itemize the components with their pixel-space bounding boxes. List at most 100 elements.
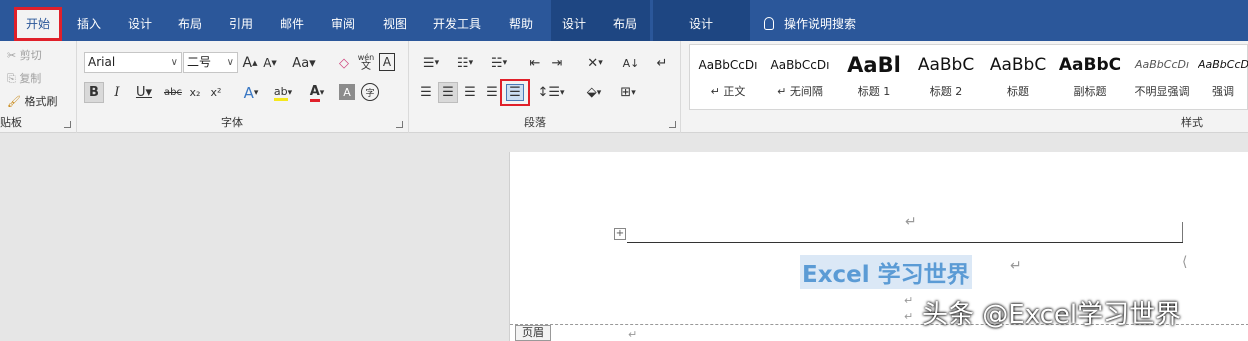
style-sample: AaBl bbox=[847, 53, 901, 77]
paragraph-launcher-icon[interactable] bbox=[669, 121, 676, 128]
numbering-button[interactable]: ☷ ▾ bbox=[450, 53, 480, 73]
style-sample: AaBbCcDa bbox=[1198, 58, 1248, 71]
return-mark: ↵ bbox=[628, 328, 638, 341]
tab-home[interactable]: 开始 bbox=[14, 7, 62, 41]
tab-header-design[interactable]: 设计 bbox=[675, 4, 727, 46]
bullets-button[interactable]: ☰ ▾ bbox=[416, 53, 446, 73]
header-tab-label: 页眉 bbox=[515, 325, 551, 341]
document-page[interactable]: ↵ + Excel 学习世界 ↵ ⟨ ↵ ↵ 页眉 ↵ 头条 @Excel学习世… bbox=[509, 152, 1248, 341]
clipboard-group: ✂ 剪切 ⎘ 复制 🖌 格式刷 贴板 bbox=[0, 41, 77, 133]
tab-layout[interactable]: 布局 bbox=[168, 4, 212, 46]
tab-view[interactable]: 视图 bbox=[373, 4, 417, 46]
cut-button[interactable]: ✂ 剪切 bbox=[7, 47, 42, 63]
text-effects-button[interactable]: A ▾ bbox=[237, 82, 265, 103]
align-right-icon[interactable]: ☰ bbox=[460, 82, 480, 103]
highlighter-icon: ab bbox=[273, 85, 288, 101]
clipboard-launcher-icon[interactable] bbox=[64, 121, 71, 128]
header-title[interactable]: Excel 学习世界 bbox=[800, 255, 972, 289]
clipboard-label: 贴板 bbox=[0, 116, 22, 129]
borders-icon: ⊞ bbox=[620, 85, 632, 100]
cut-label: 剪切 bbox=[19, 49, 42, 62]
shrink-font-button[interactable]: A ▼ bbox=[262, 53, 278, 73]
multilevel-list-button[interactable]: ☵ ▾ bbox=[484, 53, 514, 73]
highlight-color-button[interactable]: ab ▾ bbox=[269, 82, 297, 103]
font-launcher-icon[interactable] bbox=[396, 121, 403, 128]
shrink-font-icon: A bbox=[263, 56, 272, 70]
enclose-char-button[interactable]: 字 bbox=[361, 83, 379, 101]
grow-font-icon: A bbox=[242, 55, 253, 71]
return-mark: ↵ bbox=[904, 294, 914, 307]
line-spacing-icon: ↕☰ bbox=[537, 85, 560, 100]
align-left-icon[interactable]: ☰ bbox=[416, 82, 436, 103]
line-spacing-button[interactable]: ↕☰ ▾ bbox=[536, 82, 566, 103]
return-mark: ↵ bbox=[905, 214, 917, 230]
style-sample: AaBbCcDı bbox=[770, 58, 830, 72]
style-heading-2[interactable]: AaBbC 标题 2 bbox=[910, 51, 982, 103]
style-title[interactable]: AaBbC 标题 bbox=[982, 51, 1054, 103]
increase-indent-icon[interactable]: ⇥ bbox=[547, 53, 567, 73]
style-heading-1[interactable]: AaBl 标题 1 bbox=[838, 51, 910, 103]
underline-button[interactable]: U ▾ bbox=[130, 82, 158, 103]
paragraph-group-label: 段落 bbox=[524, 116, 546, 129]
tab-references[interactable]: 引用 bbox=[219, 4, 263, 46]
font-group: Arial ∨ 二号 ∨ A ▲ A ▼ Aa ▾ ◇ wén 文 A B I U ▾ abc… bbox=[77, 41, 409, 133]
clear-format-icon[interactable]: ◇ bbox=[335, 53, 353, 73]
italic-button[interactable]: I bbox=[108, 82, 126, 103]
shading-button[interactable]: ⬙ ▾ bbox=[579, 82, 609, 103]
tab-design[interactable]: 设计 bbox=[118, 4, 162, 46]
font-name-value: Arial bbox=[88, 55, 116, 69]
bold-button[interactable]: B bbox=[84, 82, 104, 103]
bullet-list-icon: ☰ bbox=[422, 55, 435, 71]
char-border-button[interactable]: A bbox=[379, 53, 395, 71]
tab-insert[interactable]: 插入 bbox=[67, 4, 111, 46]
distributed-align-button[interactable]: ☰ bbox=[500, 79, 530, 106]
font-name-select[interactable]: Arial ∨ bbox=[84, 52, 182, 73]
tab-developer[interactable]: 开发工具 bbox=[426, 4, 488, 46]
char-shading-button[interactable]: A bbox=[339, 84, 355, 100]
lightbulb-icon bbox=[764, 17, 774, 30]
sort-icon[interactable]: A↓ bbox=[621, 53, 641, 73]
justify-icon[interactable]: ☰ bbox=[482, 82, 502, 103]
change-case-button[interactable]: Aa ▾ bbox=[290, 53, 318, 73]
style-normal[interactable]: AaBbCcDı ↵ 正文 bbox=[692, 51, 764, 103]
show-marks-icon[interactable]: ↵ bbox=[653, 53, 671, 73]
font-size-value: 二号 bbox=[187, 55, 212, 69]
tab-table-layout[interactable]: 布局 bbox=[603, 4, 647, 46]
style-no-spacing[interactable]: AaBbCcDı ↵ 无间隔 bbox=[764, 51, 836, 103]
header-border-line bbox=[627, 242, 1183, 243]
style-sample: AaBbCcDı bbox=[698, 58, 758, 72]
tell-me-search[interactable]: 操作说明搜索 bbox=[764, 4, 856, 46]
font-size-select[interactable]: 二号 ∨ bbox=[183, 52, 238, 73]
decrease-indent-icon[interactable]: ⇤ bbox=[525, 53, 545, 73]
tab-review[interactable]: 审阅 bbox=[321, 4, 365, 46]
style-name: 标题 bbox=[1007, 85, 1029, 98]
style-sample: AaBbC bbox=[1058, 55, 1122, 75]
borders-button[interactable]: ⊞ ▾ bbox=[613, 82, 643, 103]
subscript-button[interactable]: x₂ bbox=[186, 82, 204, 103]
font-color-button[interactable]: A ▾ bbox=[303, 82, 331, 103]
ribbon: ✂ 剪切 ⎘ 复制 🖌 格式刷 贴板 Arial ∨ 二号 ∨ A ▲ A ▼ Aa ▾ … bbox=[0, 41, 1248, 133]
text-effects-icon: A bbox=[243, 83, 254, 102]
align-center-icon[interactable]: ☰ bbox=[438, 82, 458, 103]
table-move-handle-icon[interactable]: + bbox=[614, 228, 626, 240]
tab-table-design[interactable]: 设计 bbox=[552, 4, 596, 46]
format-painter-button[interactable]: 🖌 格式刷 bbox=[7, 93, 57, 109]
grow-font-button[interactable]: A ▲ bbox=[242, 53, 258, 73]
style-sample: AaBbCcDı bbox=[1134, 58, 1190, 71]
phonetic-guide-button[interactable]: wén 文 bbox=[357, 50, 375, 74]
style-sample: AaBbC bbox=[917, 55, 975, 75]
tab-help[interactable]: 帮助 bbox=[499, 4, 543, 46]
style-subtle-emphasis[interactable]: AaBbCcDı 不明显强调 bbox=[1126, 51, 1198, 103]
tab-mailings[interactable]: 邮件 bbox=[270, 4, 314, 46]
styles-group: AaBbCcDı ↵ 正文 AaBbCcDı ↵ 无间隔 AaBl 标题 1 AaBb… bbox=[681, 41, 1248, 133]
chinese-layout-button[interactable]: ✕ ▾ bbox=[580, 53, 610, 73]
style-subtitle[interactable]: AaBbC 副标题 bbox=[1054, 51, 1126, 103]
chinese-layout-icon: ✕ bbox=[587, 55, 599, 71]
style-sample: AaBbC bbox=[989, 55, 1047, 75]
style-name: 标题 1 bbox=[857, 85, 891, 98]
underline-icon: U bbox=[135, 85, 146, 100]
style-emphasis[interactable]: AaBbCcDa 强调 bbox=[1198, 51, 1248, 103]
copy-button[interactable]: ⎘ 复制 bbox=[7, 70, 41, 86]
superscript-button[interactable]: x² bbox=[207, 82, 225, 103]
strikethrough-button[interactable]: abc bbox=[162, 82, 184, 103]
